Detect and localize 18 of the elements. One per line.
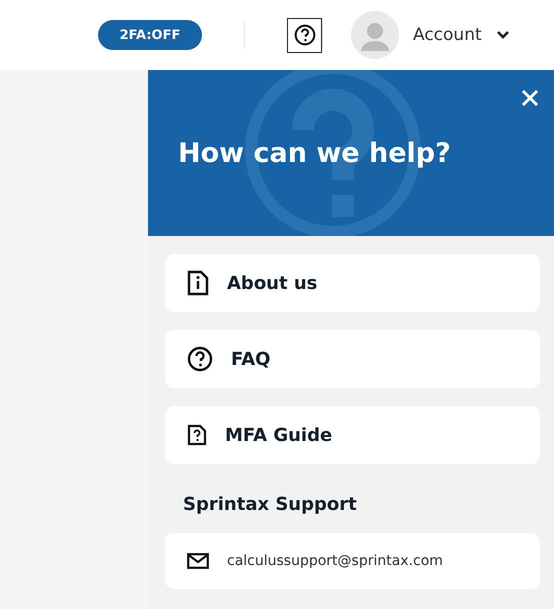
mail-icon: [187, 553, 209, 569]
close-icon: [520, 88, 540, 108]
panel-title: How can we help?: [178, 138, 451, 168]
email-link[interactable]: calculussupport@sprintax.com: [165, 533, 540, 589]
question-document-icon: [187, 424, 207, 446]
close-button[interactable]: [520, 88, 540, 108]
help-icon: [294, 24, 316, 46]
help-button[interactable]: [287, 18, 322, 52]
help-link[interactable]: FAQ: [165, 330, 540, 388]
support-heading: Sprintax Support: [182, 493, 358, 515]
help-link[interactable]: MFA Guide: [165, 406, 540, 464]
help-link[interactable]: About us: [165, 254, 540, 312]
account-menu-button[interactable]: Account: [351, 11, 510, 59]
info-document-icon: [187, 270, 209, 296]
chevron-down-icon: [496, 30, 510, 40]
avatar-icon: [351, 11, 399, 59]
two-factor-status-button[interactable]: 2FA:OFF: [98, 20, 202, 50]
question-circle-icon: [187, 346, 213, 372]
